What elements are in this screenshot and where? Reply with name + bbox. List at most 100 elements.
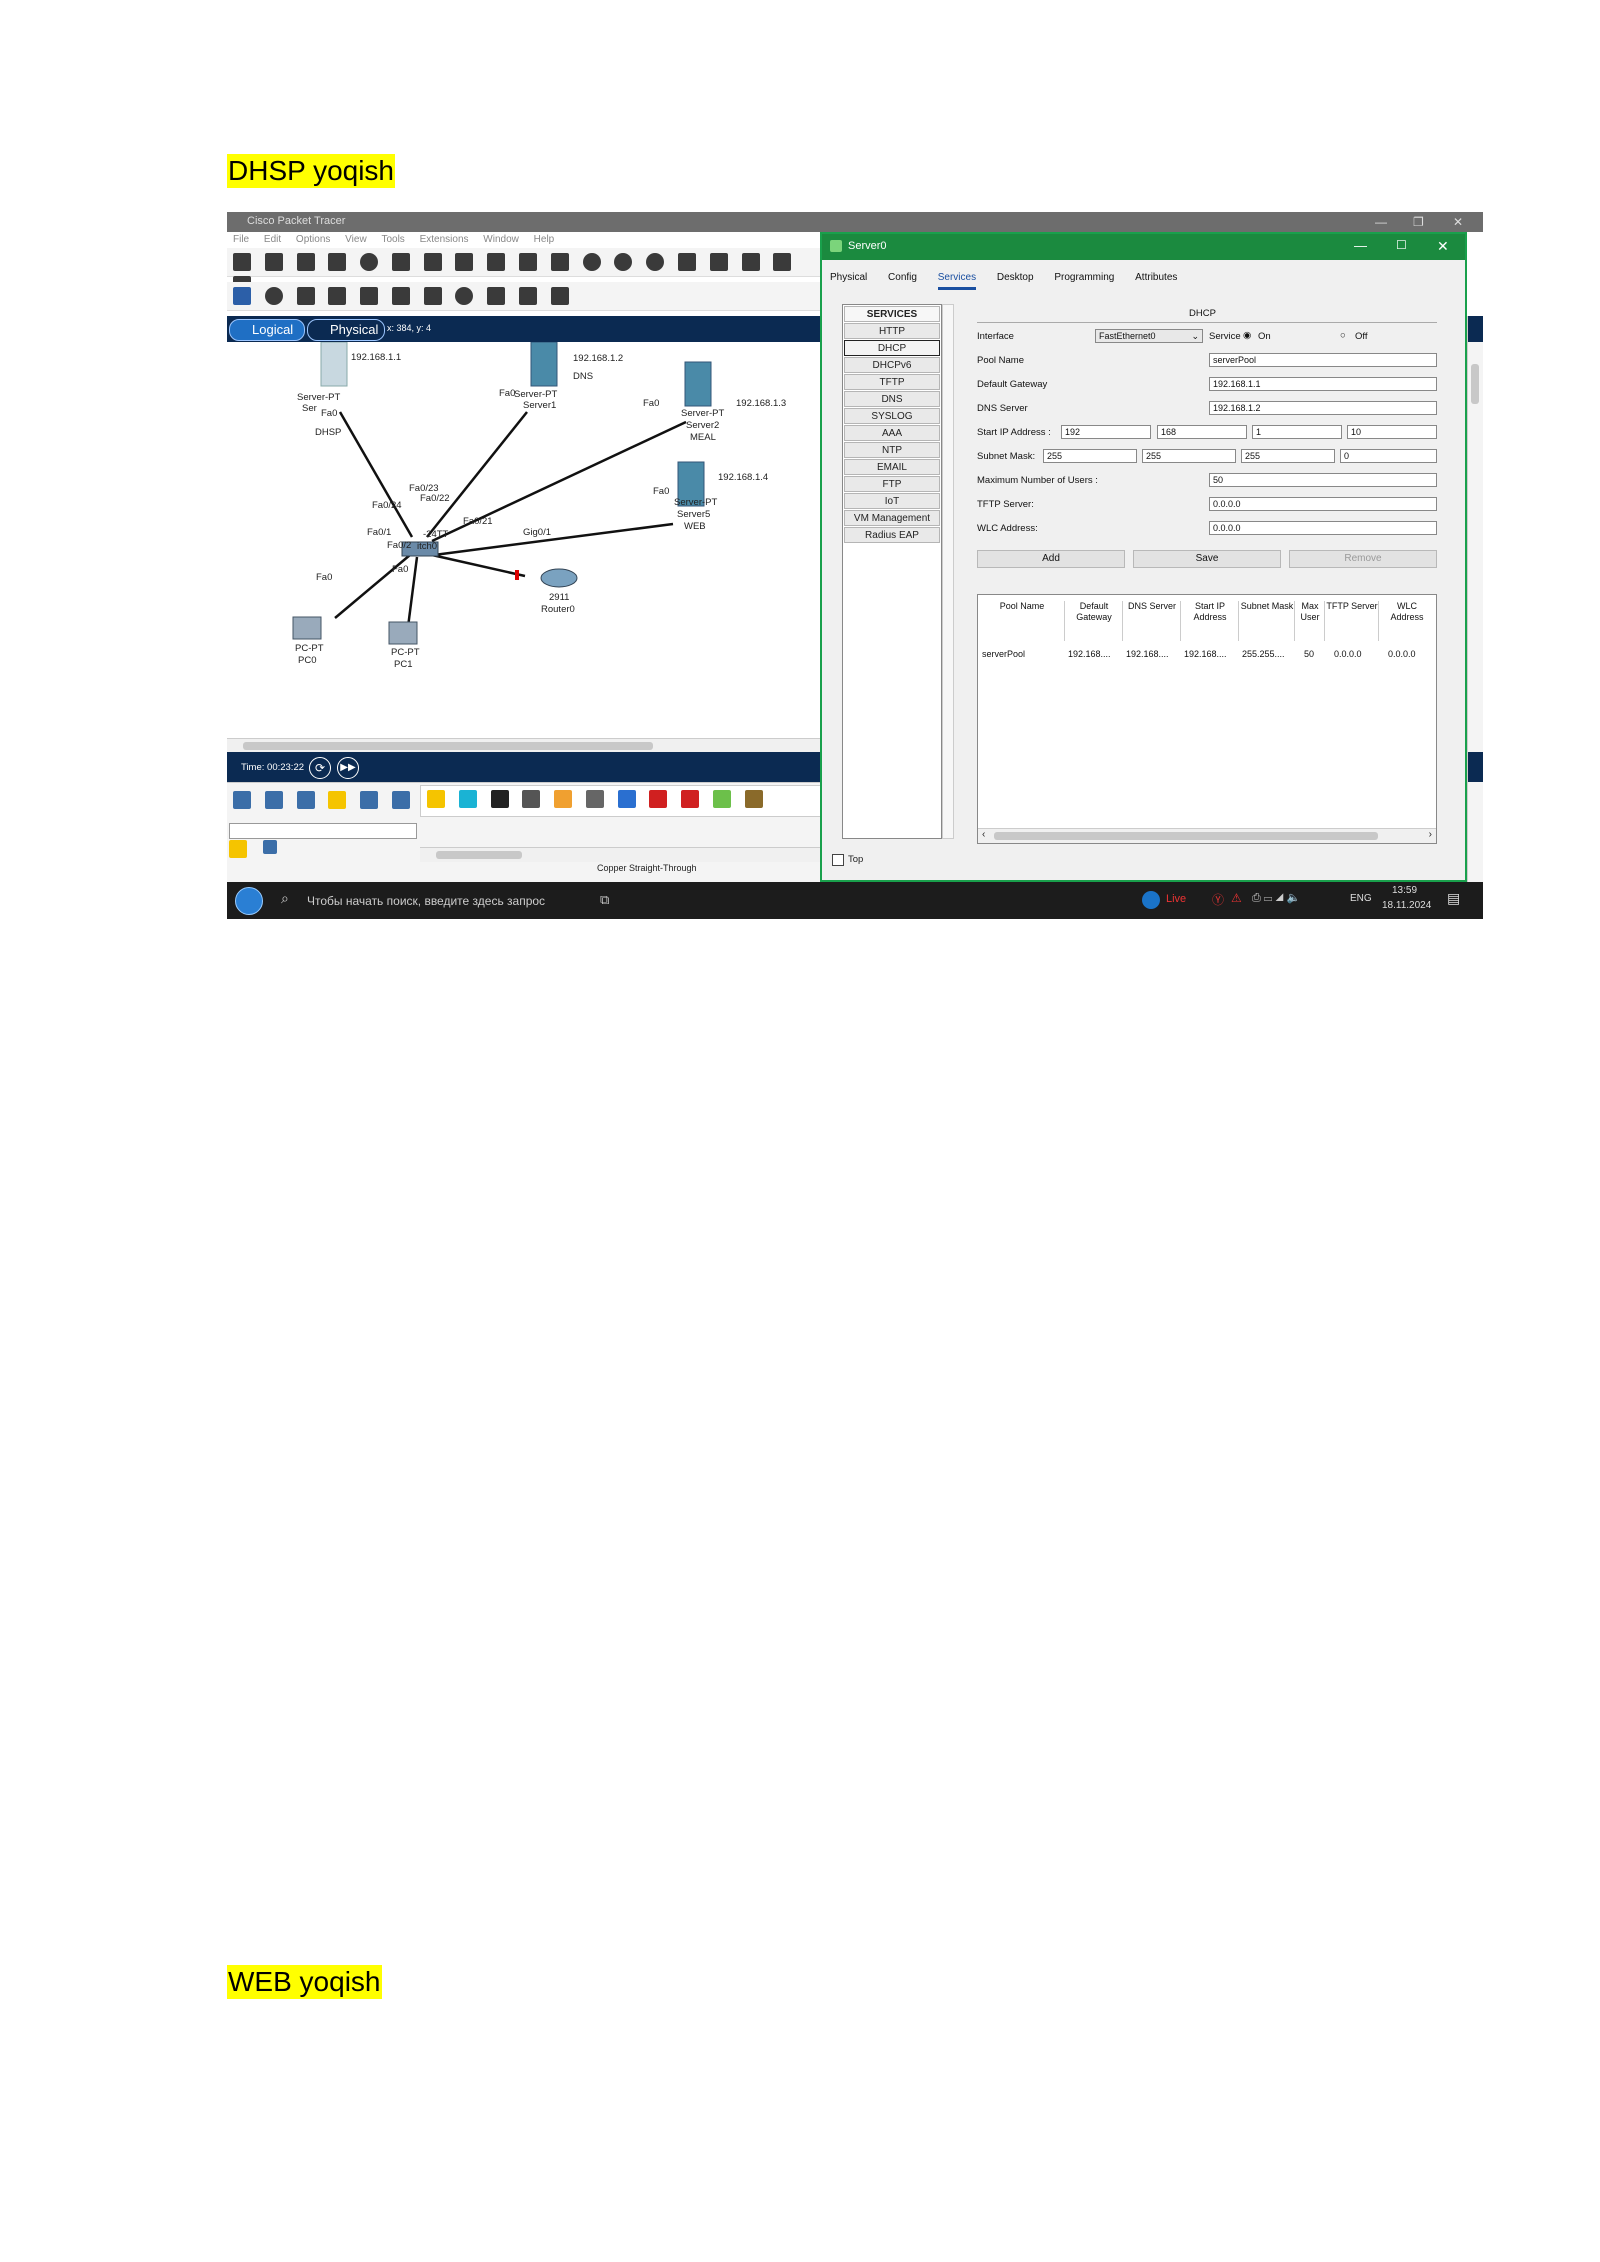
pc0-device-icon[interactable] bbox=[292, 616, 322, 640]
pdu-complex-icon[interactable] bbox=[550, 287, 569, 305]
phone-cable-icon[interactable] bbox=[585, 790, 604, 808]
live-app-icon[interactable] bbox=[1142, 891, 1160, 909]
resize-icon[interactable] bbox=[328, 287, 347, 305]
network-devices-icon[interactable] bbox=[233, 791, 251, 809]
router0-device-icon[interactable] bbox=[540, 568, 578, 588]
menu-file[interactable]: File bbox=[233, 234, 249, 245]
ellipse-icon[interactable] bbox=[455, 287, 474, 305]
mask-octet3[interactable]: 255 bbox=[1241, 449, 1335, 463]
server0-device-icon[interactable] bbox=[320, 342, 348, 387]
wizard-icon[interactable] bbox=[391, 253, 410, 271]
tab-physical[interactable]: Physical bbox=[830, 272, 867, 287]
start-ip-octet1[interactable]: 192 bbox=[1061, 425, 1151, 439]
save-button[interactable]: Save bbox=[1133, 550, 1281, 568]
inspect-icon[interactable] bbox=[264, 287, 283, 305]
start-button-icon[interactable] bbox=[235, 887, 263, 915]
new-file-icon[interactable] bbox=[233, 253, 251, 271]
canvas-scroll-thumb[interactable] bbox=[243, 742, 653, 750]
table-scrollbar[interactable]: ‹ › bbox=[978, 828, 1436, 843]
dialog-close-icon[interactable]: ✕ bbox=[1437, 238, 1449, 255]
console-cable-icon[interactable] bbox=[458, 790, 477, 808]
menu-help[interactable]: Help bbox=[534, 234, 555, 245]
tab-programming[interactable]: Programming bbox=[1054, 272, 1114, 287]
dns-server-input[interactable]: 192.168.1.2 bbox=[1209, 401, 1437, 415]
connections-icon[interactable] bbox=[328, 791, 347, 809]
service-aaa[interactable]: AAA bbox=[844, 425, 940, 441]
undo-icon[interactable] bbox=[519, 253, 538, 271]
service-dns[interactable]: DNS bbox=[844, 391, 940, 407]
freeform-icon[interactable] bbox=[487, 287, 506, 305]
language-indicator[interactable]: ENG bbox=[1350, 893, 1372, 904]
scroll-right-icon[interactable]: › bbox=[1429, 829, 1432, 840]
menu-extensions[interactable]: Extensions bbox=[420, 234, 469, 245]
dialog-maximize-icon[interactable]: ☐ bbox=[1396, 238, 1407, 252]
open-folder-icon[interactable] bbox=[264, 253, 283, 271]
rectangle-icon[interactable] bbox=[423, 287, 442, 305]
octal-cable-icon[interactable] bbox=[713, 790, 732, 808]
service-http[interactable]: HTTP bbox=[844, 323, 940, 339]
crossover-cable-icon[interactable] bbox=[522, 790, 541, 808]
tftp-input[interactable]: 0.0.0.0 bbox=[1209, 497, 1437, 511]
service-dhcpv6[interactable]: DHCPv6 bbox=[844, 357, 940, 373]
info-icon[interactable] bbox=[360, 253, 379, 271]
start-ip-octet4[interactable]: 10 bbox=[1347, 425, 1437, 439]
max-users-input[interactable]: 50 bbox=[1209, 473, 1437, 487]
menu-window[interactable]: Window bbox=[483, 234, 519, 245]
coaxial-cable-icon[interactable] bbox=[617, 790, 636, 808]
top-checkbox[interactable] bbox=[832, 854, 844, 866]
serial-dce-cable-icon[interactable] bbox=[649, 790, 668, 808]
gateway-input[interactable]: 192.168.1.1 bbox=[1209, 377, 1437, 391]
service-syslog[interactable]: SYSLOG bbox=[844, 408, 940, 424]
fiber-cable-icon[interactable] bbox=[554, 790, 573, 808]
line-icon[interactable] bbox=[391, 287, 410, 305]
add-button[interactable]: Add bbox=[977, 550, 1125, 568]
server1-device-icon[interactable] bbox=[530, 342, 558, 387]
task-view-icon[interactable]: ⧉ bbox=[600, 892, 609, 908]
service-tftp[interactable]: TFTP bbox=[844, 374, 940, 390]
yandex-icon[interactable]: Ⓨ bbox=[1212, 891, 1224, 908]
restore-icon[interactable]: ❐ bbox=[1413, 215, 1424, 229]
menu-edit[interactable]: Edit bbox=[264, 234, 281, 245]
network-info-icon[interactable] bbox=[423, 253, 442, 271]
service-ntp[interactable]: NTP bbox=[844, 442, 940, 458]
note-icon[interactable] bbox=[360, 287, 379, 305]
tab-config[interactable]: Config bbox=[888, 272, 917, 287]
iot-cable-icon[interactable] bbox=[744, 790, 763, 808]
dialog-minimize-icon[interactable]: — bbox=[1354, 238, 1367, 253]
redo-icon[interactable] bbox=[550, 253, 569, 271]
mask-octet1[interactable]: 255 bbox=[1043, 449, 1137, 463]
multiuser-icon[interactable] bbox=[391, 791, 410, 809]
fast-forward-icon[interactable]: ▶▶ bbox=[337, 757, 359, 779]
service-on-radio[interactable]: ◉ bbox=[1243, 330, 1251, 341]
background-icon[interactable] bbox=[773, 253, 792, 271]
power-cycle-icon[interactable]: ⟳ bbox=[309, 757, 331, 779]
zoom-out-icon[interactable] bbox=[646, 253, 665, 271]
pool-name-input[interactable]: serverPool bbox=[1209, 353, 1437, 367]
copy-icon[interactable] bbox=[455, 253, 474, 271]
start-ip-octet2[interactable]: 168 bbox=[1157, 425, 1247, 439]
warning-icon[interactable]: ⚠ bbox=[1231, 891, 1242, 905]
service-iot[interactable]: IoT bbox=[844, 493, 940, 509]
components-icon[interactable] bbox=[296, 791, 315, 809]
tab-desktop[interactable]: Desktop bbox=[997, 272, 1034, 287]
grid-icon[interactable] bbox=[263, 840, 277, 854]
scroll-left-icon[interactable]: ‹ bbox=[982, 829, 985, 840]
save-icon[interactable] bbox=[296, 253, 315, 271]
service-email[interactable]: EMAIL bbox=[844, 459, 940, 475]
menu-view[interactable]: View bbox=[345, 234, 367, 245]
paste-icon[interactable] bbox=[487, 253, 506, 271]
canvas-scrollbar[interactable] bbox=[227, 738, 823, 753]
remove-button[interactable]: Remove bbox=[1289, 550, 1437, 568]
print-icon[interactable] bbox=[328, 253, 347, 271]
straight-cable-icon[interactable] bbox=[490, 790, 509, 808]
mask-octet2[interactable]: 255 bbox=[1142, 449, 1236, 463]
delete-icon[interactable] bbox=[296, 287, 315, 305]
service-radius-eap[interactable]: Radius EAP bbox=[844, 527, 940, 543]
service-off-radio[interactable]: ○ bbox=[1340, 330, 1346, 341]
tab-services[interactable]: Services bbox=[937, 272, 977, 290]
services-scrollbar[interactable] bbox=[942, 304, 954, 839]
server2-device-icon[interactable] bbox=[684, 361, 712, 407]
minimize-icon[interactable]: — bbox=[1375, 215, 1387, 229]
notification-icon[interactable]: ▤ bbox=[1447, 890, 1460, 907]
zoom-in-icon[interactable] bbox=[582, 253, 601, 271]
